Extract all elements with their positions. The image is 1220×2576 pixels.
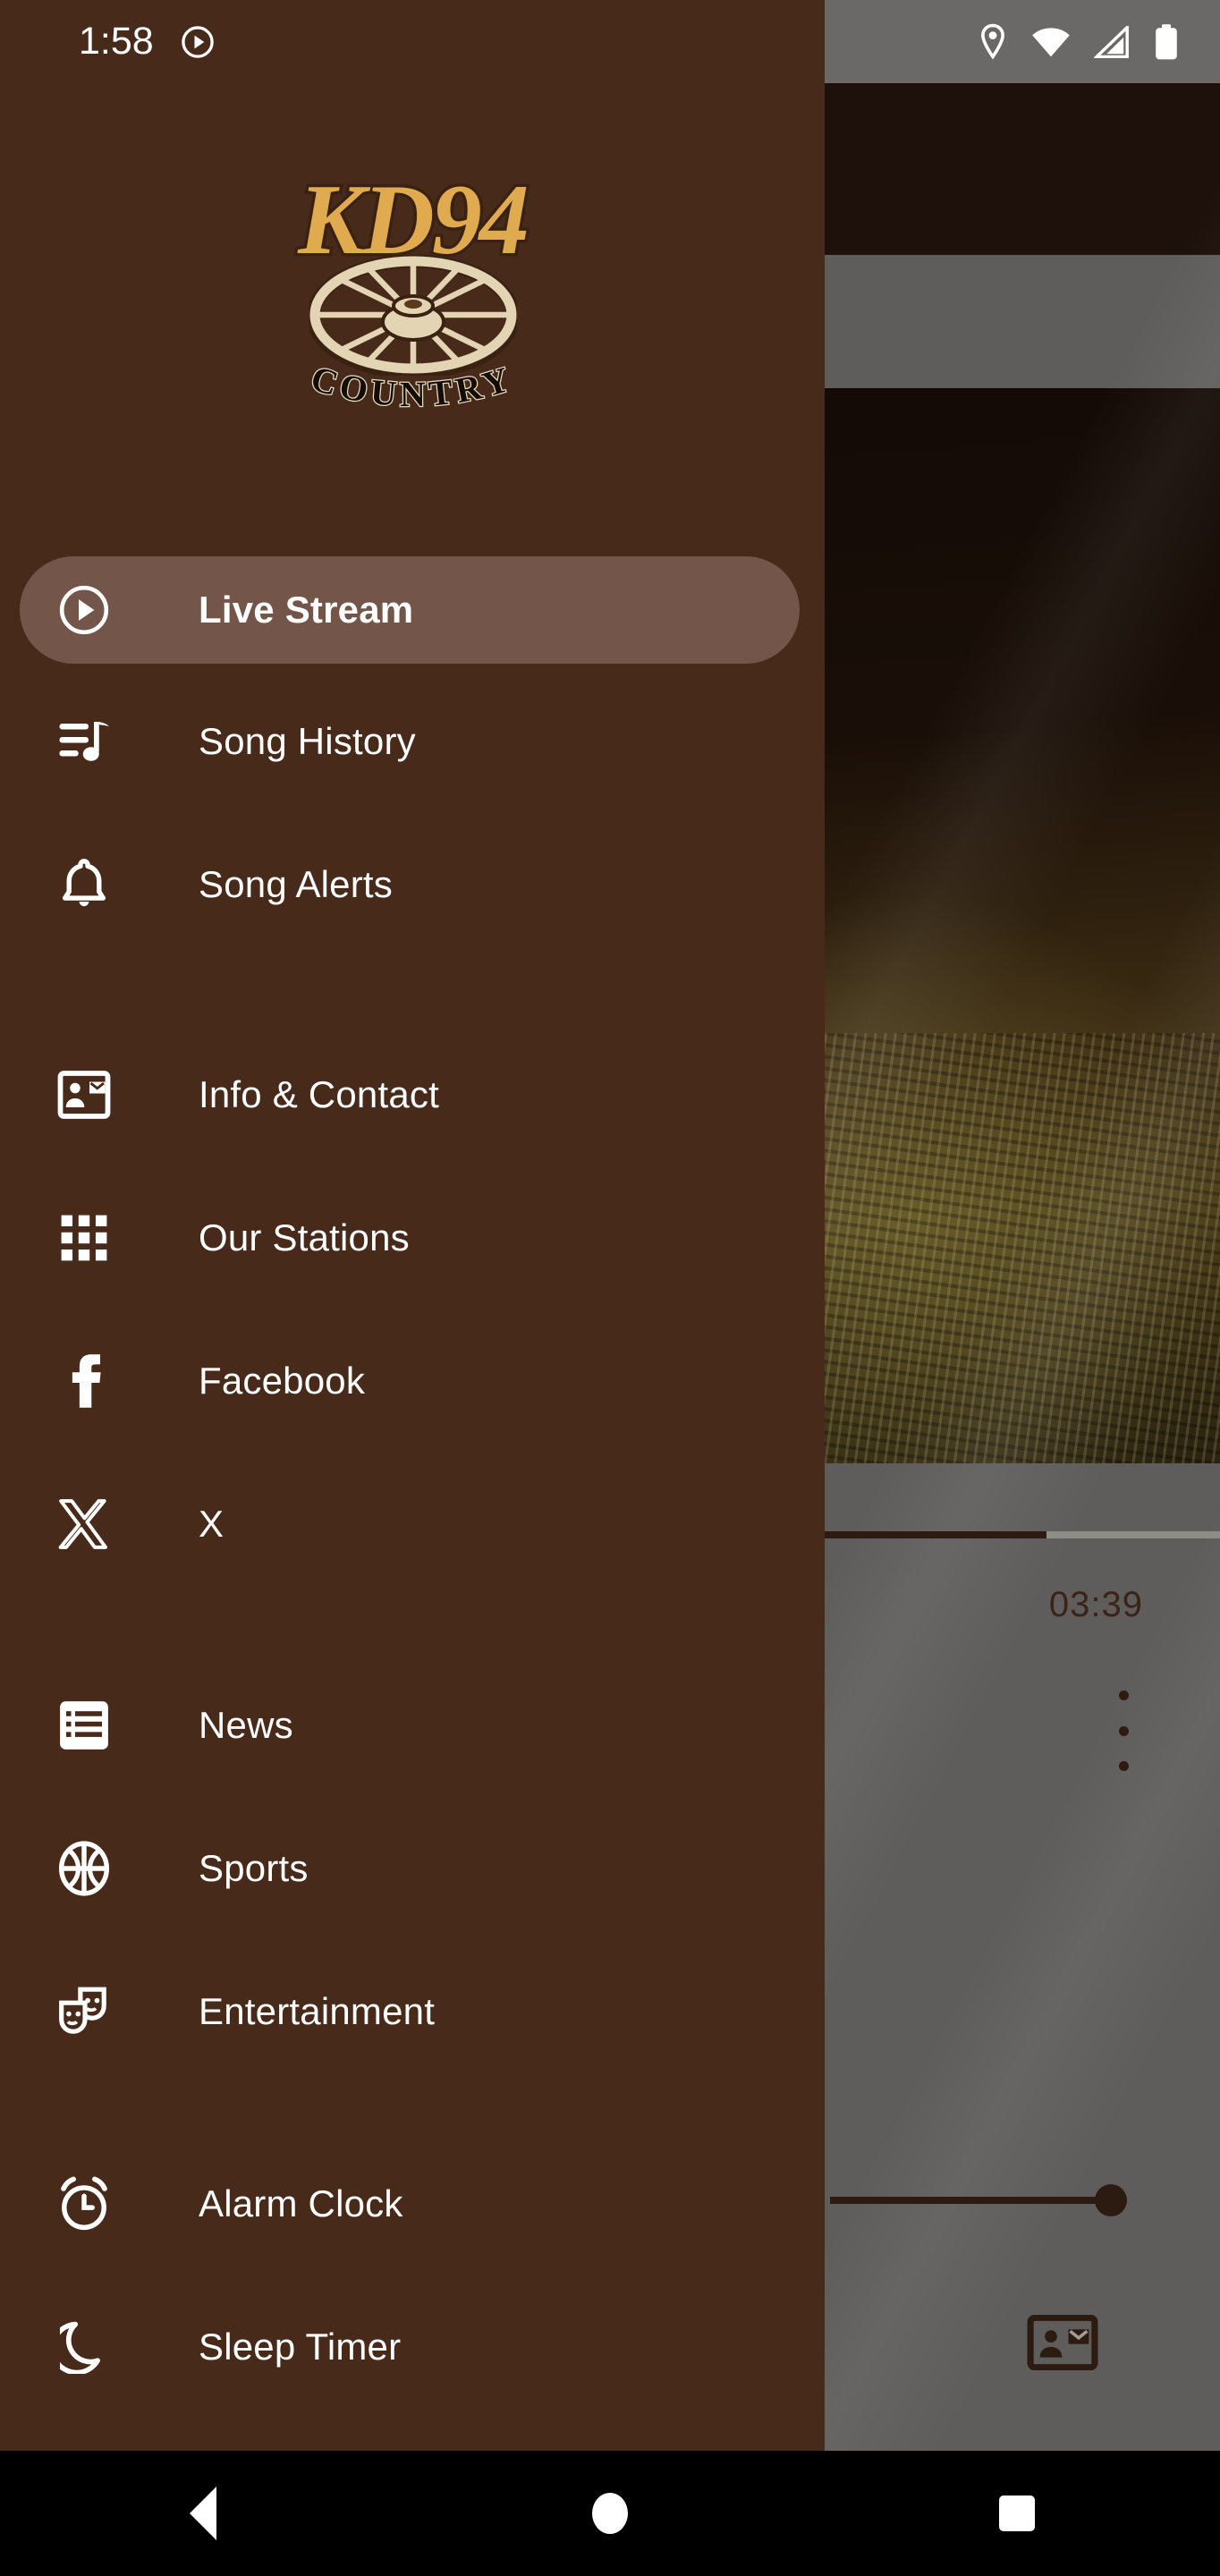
sidebar-label: Alarm Clock <box>199 2182 403 2224</box>
queue-music-icon <box>39 716 129 767</box>
sidebar-label: News <box>199 1704 293 1746</box>
sidebar-label: X <box>199 1503 225 1545</box>
sidebar-label: Sports <box>199 1847 309 1889</box>
sidebar-item-entertainment[interactable]: Entertainment <box>0 1963 825 2060</box>
sidebar-label: Song History <box>199 720 416 762</box>
moon-icon <box>39 2320 129 2374</box>
back-triangle-icon[interactable] <box>149 2451 257 2576</box>
sidebar-label: Our Stations <box>199 1216 410 1258</box>
home-circle-icon[interactable] <box>556 2451 664 2576</box>
sidebar-item-news[interactable]: News <box>0 1677 825 1774</box>
wifi-icon <box>1031 26 1071 58</box>
sidebar-item-live-stream[interactable]: Live Stream <box>0 562 825 658</box>
sidebar-label: Song Alerts <box>199 863 393 905</box>
sidebar-item-sports[interactable]: Sports <box>0 1820 825 1917</box>
play-circle-icon <box>39 582 129 638</box>
bell-icon <box>39 858 129 911</box>
app-screen: AB IN OLO McCreery 03:39 <box>0 0 1220 2576</box>
logo-wordmark: KD94 <box>295 165 533 275</box>
contact-card-icon <box>39 1070 129 1120</box>
theater-masks-icon <box>39 1986 129 2038</box>
navigation-drawer: KD94 COUNTRY Live Stream Song History So… <box>0 0 825 2451</box>
logo-tagline: COUNTRY <box>305 360 519 415</box>
sidebar-label: Info & Contact <box>199 1073 439 1115</box>
news-list-icon <box>39 1699 129 1751</box>
sidebar-item-facebook[interactable]: Facebook <box>0 1333 825 1429</box>
station-logo: KD94 COUNTRY <box>0 143 825 438</box>
recents-square-icon[interactable] <box>963 2451 1071 2576</box>
alarm-clock-icon <box>39 2176 129 2232</box>
svg-text:COUNTRY: COUNTRY <box>307 360 519 414</box>
android-navigation-bar <box>0 2451 1220 2576</box>
x-twitter-icon <box>39 1498 129 1550</box>
battery-icon <box>1153 23 1180 61</box>
three-dot-icon[interactable] <box>1106 1690 1141 1771</box>
volume-track[interactable] <box>830 2197 1125 2204</box>
cell-signal-icon <box>1094 25 1130 58</box>
sidebar-label: Live Stream <box>199 589 414 631</box>
sidebar-item-info-contact[interactable]: Info & Contact <box>0 1046 825 1143</box>
play-circle-icon <box>179 23 216 61</box>
sidebar-item-our-stations[interactable]: Our Stations <box>0 1190 825 1286</box>
basketball-icon <box>39 1841 129 1896</box>
contact-card-icon[interactable] <box>1027 2315 1098 2370</box>
status-clock: 1:58 <box>79 20 154 63</box>
sidebar-item-alarm-clock[interactable]: Alarm Clock <box>0 2156 825 2252</box>
location-pin-icon <box>978 23 1008 61</box>
sidebar-label: Facebook <box>199 1360 366 1402</box>
sidebar-item-song-history[interactable]: Song History <box>0 693 825 790</box>
sidebar-item-song-alerts[interactable]: Song Alerts <box>0 836 825 933</box>
sidebar-item-x[interactable]: X <box>0 1476 825 1572</box>
status-bar-right <box>825 0 1220 83</box>
sidebar-label: Sleep Timer <box>199 2326 402 2368</box>
status-bar-left: 1:58 <box>0 0 825 83</box>
apps-grid-icon <box>39 1214 129 1262</box>
sidebar-label: Entertainment <box>199 1990 436 2032</box>
volume-thumb[interactable] <box>1095 2184 1127 2216</box>
facebook-icon <box>39 1352 129 1410</box>
sidebar-item-sleep-timer[interactable]: Sleep Timer <box>0 2299 825 2395</box>
